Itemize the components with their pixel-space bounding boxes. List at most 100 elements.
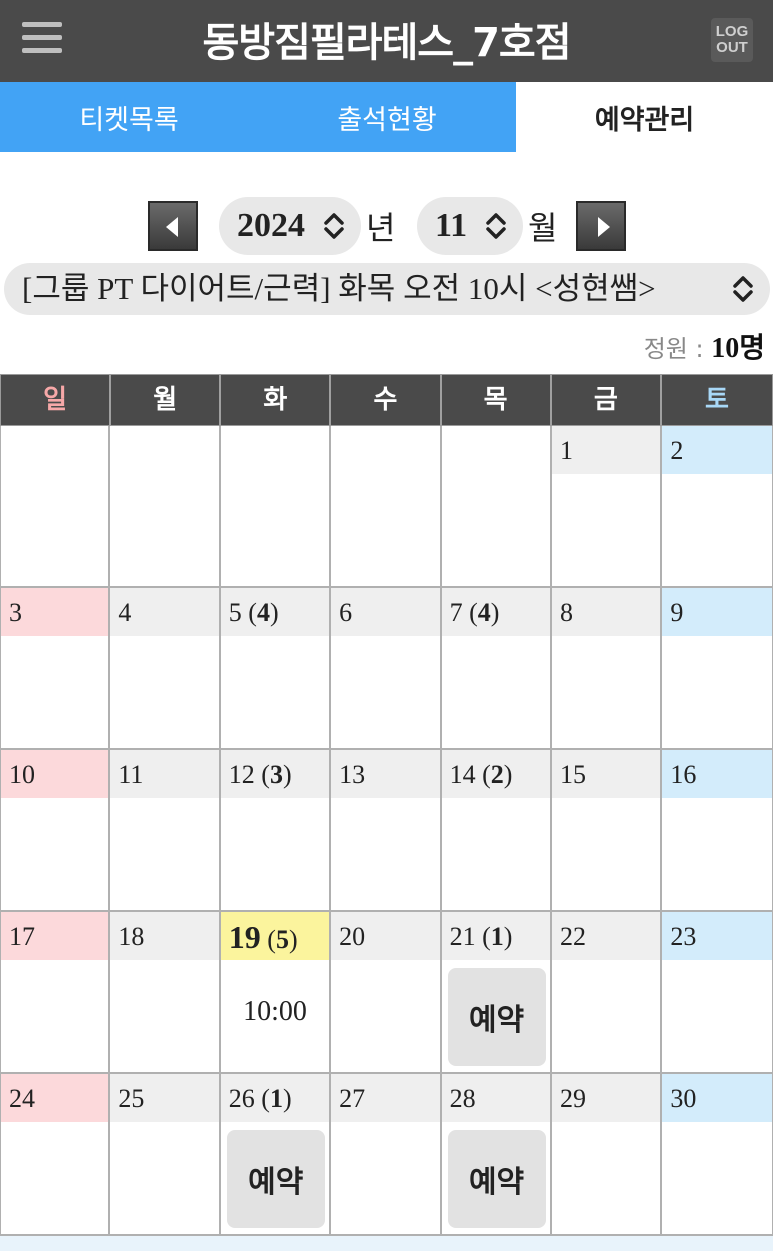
reservation-count: 4 [256,598,270,627]
calendar-day[interactable]: 9 [662,588,773,750]
calendar-day[interactable]: 1 [551,426,663,588]
calendar-day[interactable]: 7 (4) [441,588,552,750]
calendar-day[interactable]: 22 [551,912,663,1074]
calendar-day[interactable]: 26 (1) 예약 [220,1074,332,1236]
tab-bar: 티켓목록 출석현황 예약관리 [0,82,773,152]
calendar-day[interactable]: 20 [331,912,442,1074]
calendar-day[interactable]: 19 (5) 10:00 [220,912,332,1074]
app-title: 동방짐필라테스_7호점 [202,20,571,66]
reserve-button[interactable]: 예약 [226,1130,325,1228]
day-number: 24 [1,1074,109,1122]
calendar-day[interactable]: 30 [662,1074,773,1236]
calendar-day[interactable]: 4 [110,588,221,750]
day-date: 17 [9,922,35,951]
day-number: 11 [110,750,219,798]
chevron-updown-icon [733,276,753,302]
class-select[interactable]: [그룹 PT 다이어트/근력] 화목 오전 10시 <성현쌤> [4,263,770,315]
prev-month-button[interactable] [148,201,198,251]
calendar-day[interactable]: 24 [0,1074,111,1236]
bottom-strip [0,1236,773,1251]
calendar-day[interactable]: 12 (3) [220,750,332,912]
app-header: 동방짐필라테스_7호점 LOG OUT [0,0,773,82]
class-time[interactable]: 10:00 [221,996,329,1028]
reservation-count: 1 [490,922,504,951]
day-number: 30 [662,1074,772,1122]
calendar-day[interactable]: 13 [331,750,442,912]
month-select[interactable]: 11 [417,197,523,255]
weekday-wed: 수 [331,375,442,425]
day-number: 2 [662,426,772,474]
day-date: 4 [118,598,132,627]
tab-ticket-list[interactable]: 티켓목록 [0,82,258,152]
calendar-day[interactable]: 14 (2) [441,750,552,912]
capacity-info: 정원 : 10명 [644,326,765,366]
day-number [110,426,218,474]
day-number: 9 [662,588,772,636]
calendar-day[interactable]: 15 [551,750,663,912]
tab-reservation[interactable]: 예약관리 [516,82,773,152]
calendar-day[interactable]: 10 [0,750,111,912]
day-date: 6 [339,598,353,627]
day-date: 10 [9,760,35,789]
reserve-button[interactable]: 예약 [447,1130,546,1228]
day-number: 27 [331,1074,440,1122]
calendar-day[interactable]: 6 [331,588,442,750]
calendar-day[interactable]: 21 (1) 예약 [441,912,552,1074]
calendar-day[interactable]: 28 예약 [441,1074,552,1236]
calendar-week: 345 (4) 6 7 (4) 8 9 [0,588,773,750]
calendar-day[interactable]: 29 [551,1074,663,1236]
day-number: 14 (2) [441,750,550,798]
day-number: 29 [551,1074,661,1122]
day-date: 9 [670,598,684,627]
logout-label-line1: LOG [715,23,749,40]
calendar-day[interactable]: 11 [110,750,221,912]
weekday-tue: 화 [221,375,332,425]
day-date: 14 [449,760,476,789]
calendar-day[interactable]: 27 [331,1074,442,1236]
day-number: 20 [331,912,440,960]
calendar-day[interactable]: 17 [0,912,111,1074]
day-date: 20 [339,922,366,951]
calendar-day[interactable]: 16 [662,750,773,912]
reservation-count: 1 [269,1084,283,1113]
calendar-day [331,426,442,588]
weekday-sun: 일 [1,375,112,425]
day-number: 6 [331,588,440,636]
day-date: 2 [670,436,684,465]
next-month-button[interactable] [576,201,626,251]
day-date: 23 [670,922,697,951]
month-value: 11 [435,207,468,244]
day-date: 28 [449,1084,476,1113]
day-date: 16 [670,760,697,789]
day-number: 3 [1,588,109,636]
calendar-body: 12345 (4) 6 7 (4) 8 9 10 11 12 (3) 13 14 (2) 15 16 1… [0,426,773,1236]
reserve-button[interactable]: 예약 [447,968,546,1066]
capacity-label: 정원 : [643,335,712,363]
weekday-sat: 토 [704,385,729,415]
day-date: 29 [559,1084,586,1113]
calendar-day [441,426,552,588]
calendar-day[interactable]: 5 (4) [220,588,332,750]
year-select[interactable]: 2024 [219,197,361,255]
capacity-value: 10명 [711,333,765,364]
day-date: 22 [559,922,586,951]
calendar-day[interactable]: 23 [662,912,773,1074]
year-value: 2024 [237,207,305,244]
calendar-day[interactable]: 8 [551,588,663,750]
calendar-day[interactable]: 18 [110,912,221,1074]
logout-button[interactable]: LOG OUT [711,18,753,62]
tab-attendance[interactable]: 출석현황 [258,82,516,152]
day-date: 24 [9,1084,35,1113]
calendar-day[interactable]: 25 [110,1074,221,1236]
day-number: 19 (5) [220,912,329,960]
calendar-day[interactable]: 3 [0,588,111,750]
day-number: 10 [1,750,109,798]
calendar-week: 24 25 26 (1) 예약 27 28 예약 29 30 [0,1074,773,1236]
day-date: 19 [228,919,261,955]
month-suffix: 월 [528,209,558,247]
day-date: 15 [559,760,586,789]
day-number: 5 (4) [220,588,330,636]
day-date: 26 [228,1084,255,1113]
calendar-day[interactable]: 2 [662,426,773,588]
day-number: 1 [551,426,661,474]
